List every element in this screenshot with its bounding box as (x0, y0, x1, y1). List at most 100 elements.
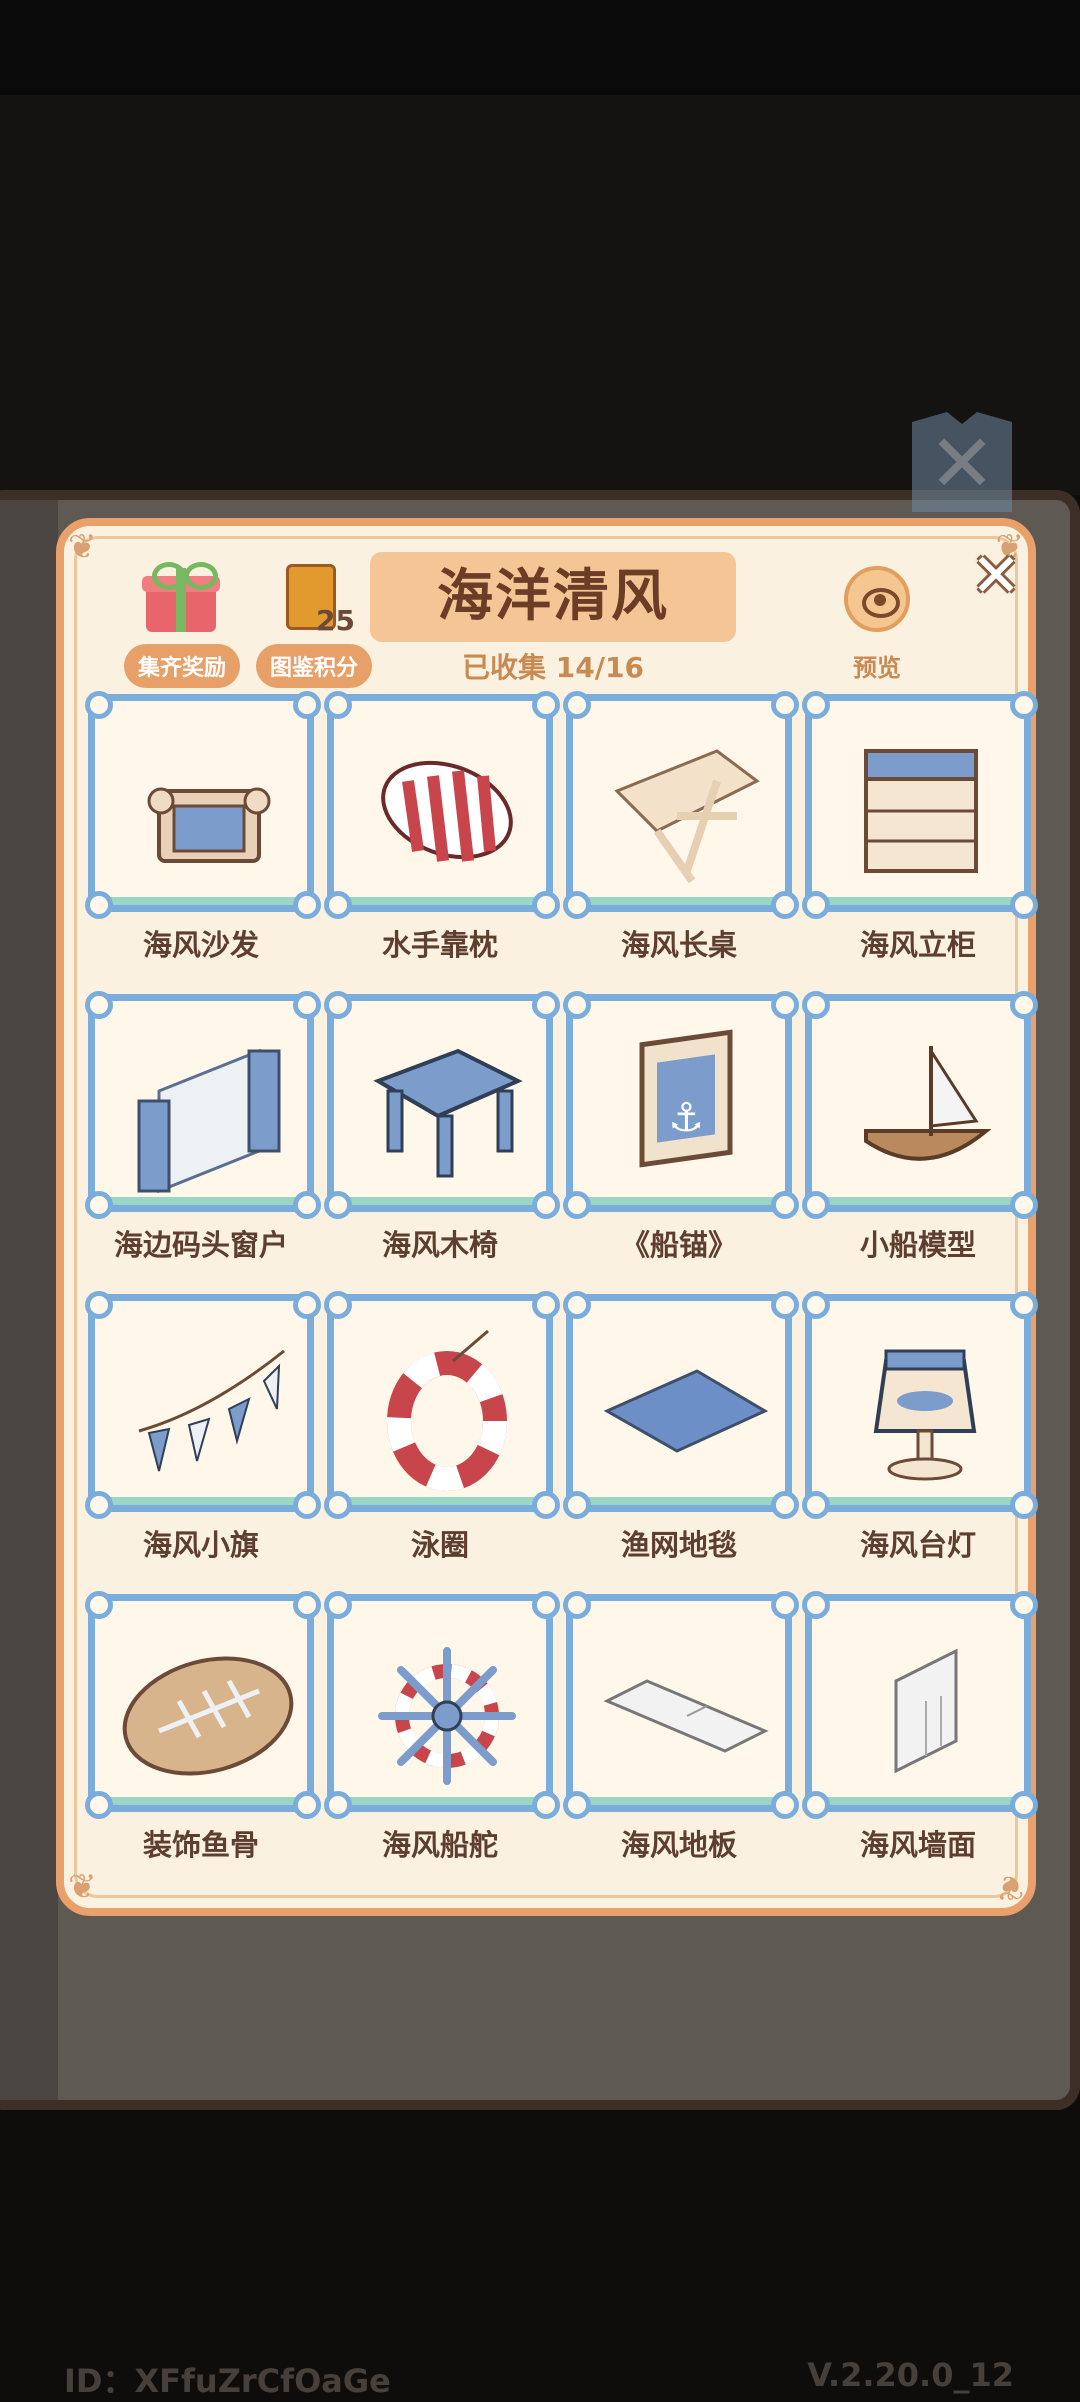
floor-icon (597, 1621, 775, 1799)
item-name: 海风台灯 (859, 1528, 976, 1562)
frame-corner-icon (1010, 1191, 1038, 1219)
frame-corner-icon (771, 1491, 799, 1519)
collection-item[interactable]: 海风船舵 (324, 1591, 560, 1894)
collection-item[interactable]: 海风小旗 (85, 1291, 321, 1594)
frame-corner-icon (324, 1791, 352, 1819)
item-frame (563, 1591, 799, 1819)
collection-item[interactable]: 渔网地毯 (563, 1291, 799, 1594)
frame-corner-icon (771, 1291, 799, 1319)
frame-corner-icon (293, 691, 321, 719)
item-frame (324, 991, 560, 1219)
frame-corner-icon (563, 1291, 591, 1319)
item-name: 水手靠枕 (381, 928, 498, 962)
corner-ornament-icon: ❦ (68, 527, 97, 567)
item-name: 海风长桌 (620, 928, 737, 962)
collection-item[interactable]: 海边码头窗户 (85, 991, 321, 1294)
frame-corner-icon (771, 1791, 799, 1819)
window-icon (119, 1021, 297, 1199)
frame-corner-icon (532, 1191, 560, 1219)
boat-icon (836, 1021, 1014, 1199)
item-frame (563, 691, 799, 919)
item-frame (85, 1291, 321, 1519)
frame-corner-icon (85, 991, 113, 1019)
bunting-icon (119, 1321, 297, 1499)
item-name: 海风沙发 (142, 928, 259, 962)
collection-item[interactable]: 海风木椅 (324, 991, 560, 1294)
collection-item[interactable]: 装饰鱼骨 (85, 1591, 321, 1894)
frame-corner-icon (85, 891, 113, 919)
item-frame (802, 1291, 1038, 1519)
collection-item[interactable]: 泳圈 (324, 1291, 560, 1594)
frame-corner-icon (1010, 991, 1038, 1019)
frame-corner-icon (802, 891, 830, 919)
collection-item[interactable]: 海风立柜 (802, 691, 1038, 994)
close-icon: ✕ (970, 541, 1022, 611)
frame-corner-icon (563, 991, 591, 1019)
status-bar (0, 0, 1080, 95)
frame-corner-icon (324, 691, 352, 719)
collected-progress: 已收集 14/16 (462, 651, 644, 684)
collection-item[interactable]: ⚓ 《船锚》 (563, 991, 799, 1294)
item-name: 《船锚》 (620, 1228, 737, 1262)
frame-corner-icon (771, 891, 799, 919)
frame-corner-icon (293, 991, 321, 1019)
frame-corner-icon (1010, 1591, 1038, 1619)
wall-icon (836, 1621, 1014, 1799)
points-label: 图鉴积分 (255, 644, 372, 688)
item-frame (802, 691, 1038, 919)
item-frame: ⚓ (563, 991, 799, 1219)
item-name: 海风墙面 (859, 1828, 976, 1862)
collection-item[interactable]: 海风地板 (563, 1591, 799, 1894)
sofa-icon (119, 721, 297, 899)
frame-corner-icon (771, 991, 799, 1019)
collection-item[interactable]: 海风长桌 (563, 691, 799, 994)
close-button[interactable]: ✕ (964, 544, 1028, 608)
frame-corner-icon (802, 991, 830, 1019)
rug-icon (597, 1321, 775, 1499)
frame-corner-icon (532, 1491, 560, 1519)
item-frame (85, 691, 321, 919)
frame-corner-icon (293, 1491, 321, 1519)
frame-corner-icon (532, 1591, 560, 1619)
item-name: 海风小旗 (142, 1528, 259, 1562)
svg-text:⚓: ⚓ (668, 1095, 704, 1141)
frame-corner-icon (85, 1491, 113, 1519)
frame-corner-icon (324, 1591, 352, 1619)
frame-corner-icon (85, 1291, 113, 1319)
collection-item[interactable]: 水手靠枕 (324, 691, 560, 994)
frame-corner-icon (324, 1291, 352, 1319)
frame-corner-icon (85, 1191, 113, 1219)
collection-item[interactable]: 小船模型 (802, 991, 1038, 1294)
lifebuoy-icon (358, 1321, 536, 1499)
book-spine (0, 500, 58, 2100)
frame-corner-icon (563, 1591, 591, 1619)
item-name: 渔网地毯 (620, 1528, 737, 1562)
collection-item[interactable]: 海风沙发 (85, 691, 321, 994)
frame-corner-icon (802, 1491, 830, 1519)
frame-corner-icon (324, 1491, 352, 1519)
frame-corner-icon (532, 1291, 560, 1319)
frame-corner-icon (563, 691, 591, 719)
item-name: 海风立柜 (859, 928, 976, 962)
item-frame (324, 1291, 560, 1519)
item-name: 海边码头窗户 (113, 1228, 288, 1262)
frame-corner-icon (1010, 1491, 1038, 1519)
table-icon (597, 721, 775, 899)
collection-title: 海洋清风 (370, 552, 736, 642)
item-frame (802, 1591, 1038, 1819)
collection-item[interactable]: 海风墙面 (802, 1591, 1038, 1894)
app-version: V.2.20.0_12 (807, 2356, 1014, 2394)
eye-icon (844, 566, 910, 632)
item-frame (802, 991, 1038, 1219)
anchor-painting-icon: ⚓ (597, 1021, 775, 1199)
item-name: 小船模型 (859, 1228, 976, 1262)
item-frame (85, 1591, 321, 1819)
collection-item[interactable]: 海风台灯 (802, 1291, 1038, 1594)
frame-corner-icon (293, 891, 321, 919)
item-frame (324, 691, 560, 919)
frame-corner-icon (802, 1591, 830, 1619)
player-id: ID：XFfuZrCfOaGe (64, 2362, 391, 2400)
item-name: 海风船舵 (381, 1828, 498, 1862)
gift-icon (142, 562, 220, 632)
frame-corner-icon (771, 1591, 799, 1619)
